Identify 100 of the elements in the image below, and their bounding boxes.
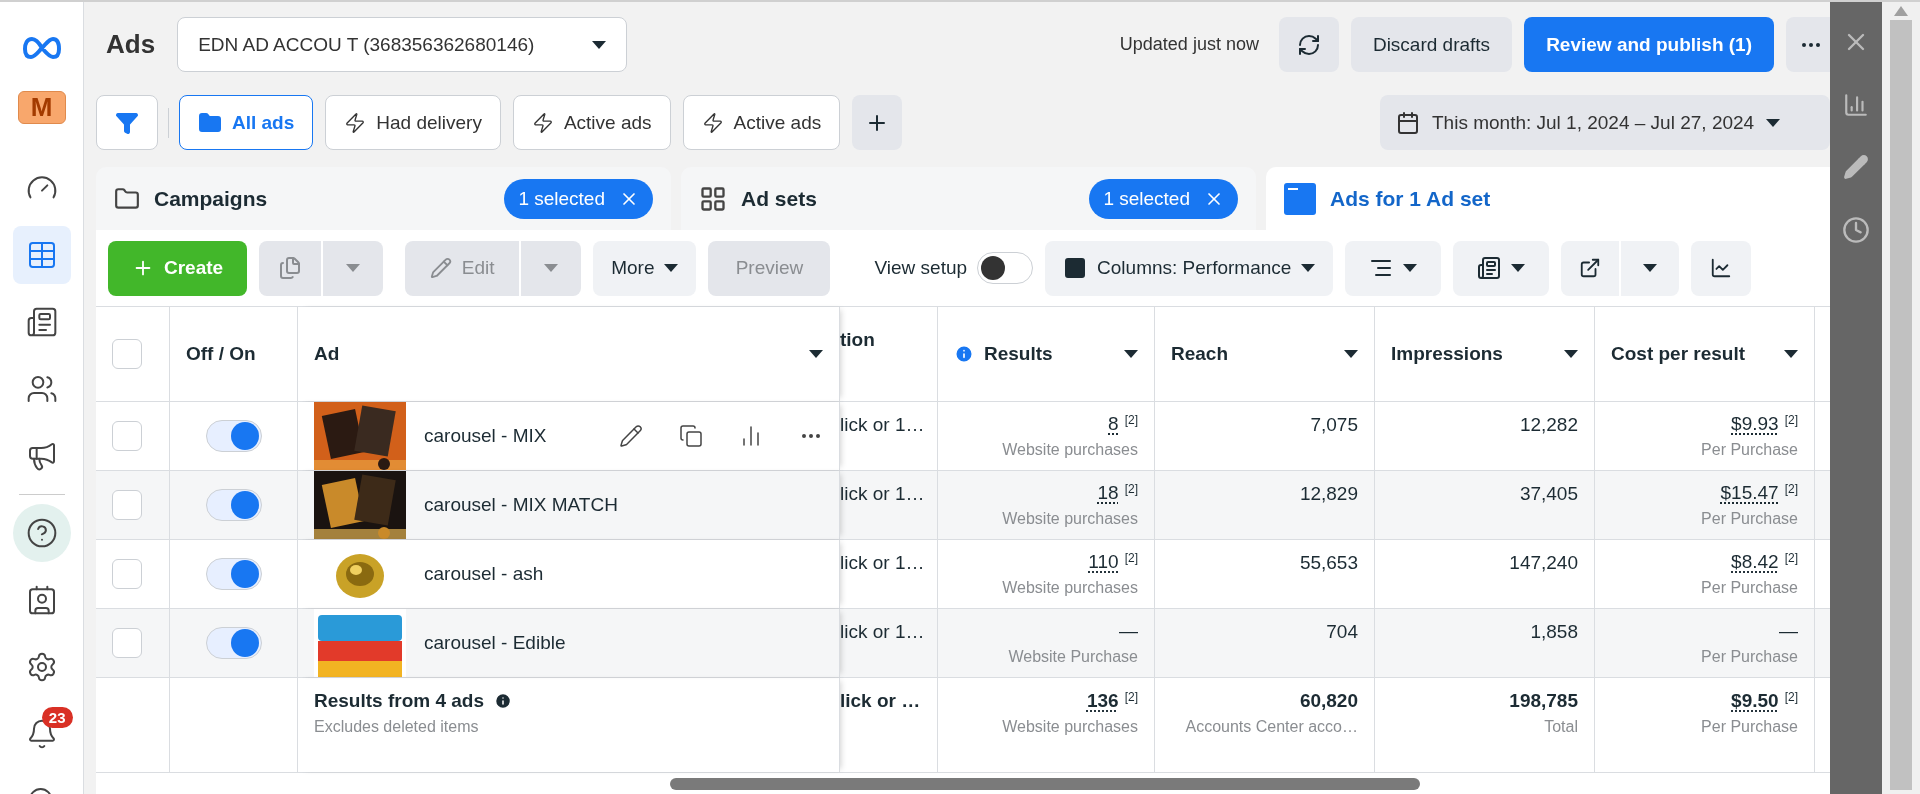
cell-value: 60,820 <box>1299 690 1358 712</box>
export-icon <box>1579 257 1602 279</box>
cell-caption: Per Purchase <box>1701 441 1798 459</box>
column-header[interactable]: Ad <box>314 343 340 365</box>
cell-caption: Accounts Center acco… <box>1185 718 1358 736</box>
row-checkbox[interactable] <box>112 490 142 520</box>
grid-icon <box>699 184 727 213</box>
ad-name[interactable]: carousel - MIX <box>424 425 547 447</box>
footnote: [2] <box>1784 413 1798 427</box>
select-all-checkbox[interactable] <box>112 339 142 369</box>
caret-icon <box>664 264 679 272</box>
view-setup-switch[interactable] <box>977 252 1034 284</box>
cell-value: 8 <box>1108 413 1119 435</box>
selection-chip[interactable]: 1 selected <box>504 178 653 219</box>
refresh-button[interactable] <box>1278 17 1339 72</box>
on-off-toggle[interactable] <box>205 489 262 521</box>
cell-value: — <box>1119 620 1138 642</box>
ad-name[interactable]: carousel - ash <box>424 563 544 585</box>
clock-icon[interactable] <box>1842 216 1870 244</box>
horizontal-scrollbar[interactable] <box>670 778 1420 790</box>
refresh-icon <box>1296 32 1321 57</box>
vertical-scrollbar[interactable] <box>1890 20 1912 790</box>
chart-icon <box>1710 257 1733 279</box>
filter-button[interactable] <box>96 95 158 150</box>
row-checkbox[interactable] <box>112 421 142 451</box>
summary-title: Results from 4 ads <box>314 690 512 712</box>
column-header[interactable]: tion <box>840 329 875 351</box>
scroll-up-icon[interactable] <box>1894 6 1908 16</box>
table-cell: 147,240 <box>1509 552 1578 574</box>
column-header[interactable]: Cost per result <box>1611 343 1746 365</box>
cell-caption: Website purchases <box>1002 718 1138 736</box>
publish-button[interactable]: Review and publish (1) <box>1524 17 1774 72</box>
bolt-icon <box>344 111 367 134</box>
on-off-toggle[interactable] <box>205 420 262 452</box>
filter-chip[interactable]: Active ads <box>682 95 841 150</box>
caret-icon <box>1766 118 1781 127</box>
row-checkbox[interactable] <box>112 559 142 589</box>
more-icon <box>1802 42 1820 47</box>
on-off-toggle[interactable] <box>205 627 262 659</box>
folder-icon <box>198 110 222 135</box>
columns-dropdown[interactable]: Columns: Performance <box>1045 240 1334 296</box>
folder-icon <box>114 185 140 212</box>
filter-chip[interactable]: Active ads <box>512 95 671 150</box>
caret-icon <box>1301 264 1316 272</box>
charts-button[interactable] <box>1691 240 1752 296</box>
table-cell: 12,829 <box>1299 483 1358 505</box>
row-checkbox[interactable] <box>112 628 142 658</box>
nav-item[interactable]: 23 <box>12 705 71 763</box>
level-tab[interactable]: Campaigns 1 selected <box>96 167 671 230</box>
duplicate-button[interactable] <box>259 240 322 296</box>
table-cell: 1,858 <box>1530 621 1578 643</box>
cell-caption: Website Purchase <box>1008 648 1138 666</box>
sort-caret-icon <box>809 350 823 358</box>
duplicate-icon[interactable] <box>679 424 703 448</box>
level-tab[interactable]: Ad sets 1 selected <box>681 167 1256 230</box>
column-header[interactable]: Impressions <box>1391 343 1503 365</box>
cell-value: 136 <box>1086 690 1119 712</box>
level-tab[interactable]: Ads for 1 Ad set <box>1266 167 1830 230</box>
people-icon <box>25 373 58 405</box>
cell-caption: Website purchases <box>1002 441 1138 459</box>
export-button[interactable] <box>1561 240 1620 296</box>
cell-value: 110 <box>1088 551 1119 573</box>
on-off-toggle[interactable] <box>205 558 262 590</box>
cell-caption: Per Purchase <box>1701 510 1798 528</box>
discard-drafts-button[interactable]: Discard drafts <box>1350 17 1513 72</box>
caret-icon <box>592 40 607 49</box>
filter-chip[interactable]: Had delivery <box>325 95 501 150</box>
summary-note: Excludes deleted items <box>314 718 479 736</box>
column-header[interactable]: Results <box>954 343 1053 365</box>
cell-value: $8.42 <box>1731 551 1779 573</box>
notification-badge: 23 <box>41 707 73 728</box>
breakdown-dropdown[interactable] <box>1345 240 1442 296</box>
table-cell: lick or 1… <box>840 483 925 505</box>
table-cell: lick or … <box>840 690 921 712</box>
selection-chip[interactable]: 1 selected <box>1089 178 1238 219</box>
ad-name[interactable]: carousel - MIX MATCH <box>424 494 618 516</box>
add-filter-button[interactable] <box>852 95 903 150</box>
caret-icon <box>544 264 559 272</box>
footnote: [2] <box>1784 690 1798 704</box>
nav-item[interactable] <box>12 226 71 284</box>
cell-caption: Per Purchase <box>1701 579 1798 597</box>
account-dropdown[interactable]: EDN AD ACCOU T (368356362680146) <box>177 17 628 72</box>
cell-value: $9.50 <box>1731 690 1779 712</box>
filter-chip[interactable]: All ads <box>179 95 314 150</box>
date-range-dropdown[interactable]: This month: Jul 1, 2024 – Jul 27, 2024 <box>1380 95 1830 150</box>
bar-chart-icon[interactable] <box>1843 92 1869 118</box>
edit-icon[interactable] <box>619 424 643 448</box>
more-dropdown[interactable]: More <box>593 240 697 296</box>
ad-name[interactable]: carousel - Edible <box>424 632 566 654</box>
reports-dropdown[interactable] <box>1453 240 1550 296</box>
column-header[interactable]: Off / On <box>186 343 256 365</box>
update-status: Updated just now <box>1119 34 1259 55</box>
cell-value: $15.47 <box>1720 482 1779 504</box>
cell-caption: Website purchases <box>1002 510 1138 528</box>
pencil-icon <box>429 257 452 279</box>
footnote: [2] <box>1124 690 1138 704</box>
pencil-icon[interactable] <box>1843 154 1869 180</box>
caret-icon <box>346 264 361 272</box>
table-cell: 55,653 <box>1299 552 1358 574</box>
column-header[interactable]: Reach <box>1171 343 1229 365</box>
